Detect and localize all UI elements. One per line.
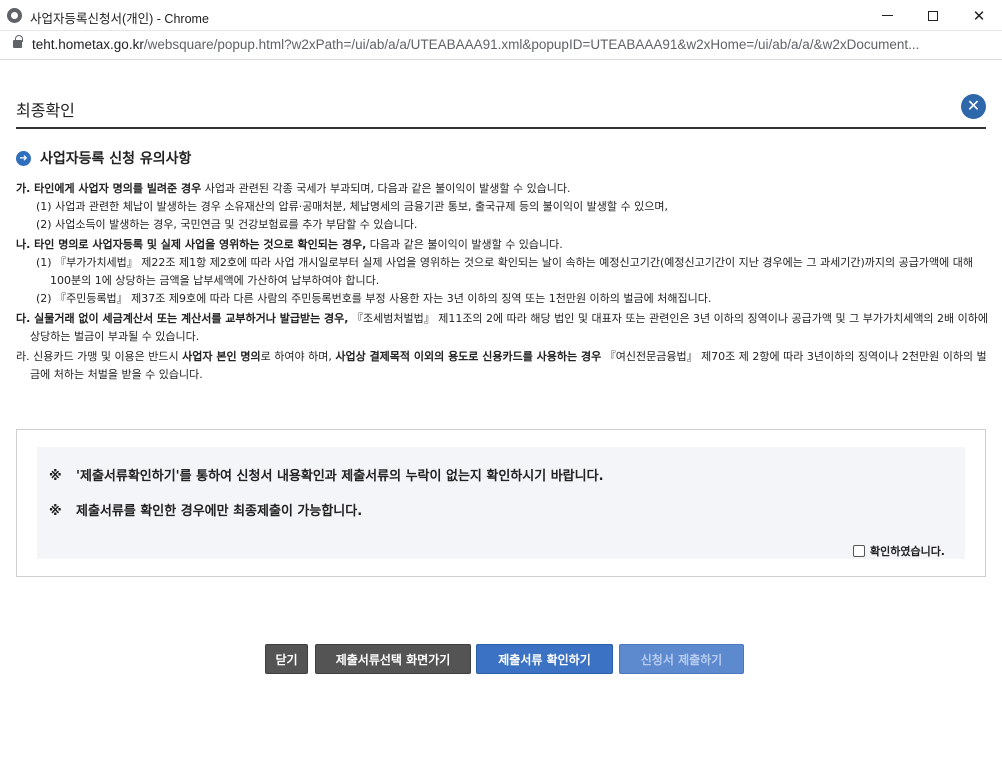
title-divider [16, 127, 986, 129]
notice-ga-2: (2) 사업소득이 발생하는 경우, 국민연금 및 건강보험료를 추가 부담할 … [36, 218, 418, 231]
url-path: /websquare/popup.html?w2xPath=/ui/ab/a/a… [143, 37, 920, 52]
notice-da-bold: 다. 실물거래 없이 세금계산서 또는 계산서를 교부하거나 발급받는 경우, [16, 312, 349, 325]
confirm-box: ※ '제출서류확인하기'를 통하여 신청서 내용확인과 제출서류의 누락이 없는지… [16, 429, 986, 577]
window-title: 사업자등록신청서(개인) - Chrome [30, 12, 209, 26]
close-button[interactable]: 닫기 [265, 644, 308, 674]
reference-mark: ※ [49, 504, 62, 519]
confirm-line-1: ※ '제출서류확인하기'를 통하여 신청서 내용확인과 제출서류의 누락이 없는지… [49, 465, 604, 484]
lock-icon [13, 35, 23, 48]
popup-title: 최종확인 [16, 101, 75, 120]
notice-ga-1: (1) 사업과 관련한 체납이 발생하는 경우 소유재산의 압류·공매처분, 체… [36, 200, 668, 213]
notice-ra-pre: 라. 신용카드 가맹 및 이용은 반드시 [16, 350, 183, 363]
section-title: 사업자등록 신청 유의사항 [40, 151, 192, 167]
notice-item-ra: 라. 신용카드 가맹 및 이용은 반드시 사업자 본인 명의로 하여야 하며, … [16, 348, 991, 384]
address-bar[interactable]: teht.hometax.go.kr/websquare/popup.html?… [0, 31, 1002, 60]
notice-ra-mid: 로 하여야 하며, [260, 350, 336, 363]
notice-ga-text: 사업과 관련된 각종 국세가 부과되며, 다음과 같은 불이익이 발생할 수 있… [201, 182, 571, 195]
confirm-line-1-text: '제출서류확인하기'를 통하여 신청서 내용확인과 제출서류의 누락이 없는지 … [76, 469, 604, 484]
window-titlebar: 사업자등록신청서(개인) - Chrome ✕ [0, 0, 1002, 31]
notice-na-bold: 나. 타인 명의로 사업자등록 및 실제 사업을 영위하는 것으로 확인되는 경… [16, 238, 367, 251]
maximize-icon [928, 10, 938, 21]
notice-text: 가. 타인에게 사업자 명의를 빌려준 경우 사업과 관련된 각종 국세가 부과… [16, 180, 991, 384]
notice-na-1: (1) 『부가가치세법』 제22조 제1항 제2호에 따라 사업 개시일로부터 … [36, 256, 973, 287]
button-row: 닫기 제출서류선택 화면가기 제출서류 확인하기 신청서 제출하기 [0, 644, 1002, 674]
confirm-checkbox[interactable] [852, 545, 865, 557]
notice-ra-bold1: 사업자 본인 명의 [182, 350, 261, 363]
section-header: ➜ 사업자등록 신청 유의사항 [16, 147, 191, 169]
reference-mark: ※ [49, 469, 62, 484]
minimize-button[interactable] [864, 0, 910, 31]
close-icon: ✕ [966, 96, 981, 115]
popup-close-button[interactable]: ✕ [961, 94, 986, 119]
notice-item-na: 나. 타인 명의로 사업자등록 및 실제 사업을 영위하는 것으로 확인되는 경… [16, 236, 991, 254]
url-host: teht.hometax.go.kr [32, 37, 144, 52]
notice-ra-bold2: 사업상 결제목적 이외의 용도로 신용카드를 사용하는 경우 [335, 350, 602, 363]
minimize-icon [881, 15, 893, 16]
maximize-button[interactable] [910, 0, 956, 31]
submit-application-button[interactable]: 신청서 제출하기 [619, 644, 744, 674]
notice-item-da: 다. 실물거래 없이 세금계산서 또는 계산서를 교부하거나 발급받는 경우, … [16, 310, 991, 346]
notice-item-ga: 가. 타인에게 사업자 명의를 빌려준 경우 사업과 관련된 각종 국세가 부과… [16, 180, 991, 198]
close-icon: ✕ [972, 6, 986, 25]
confirm-line-2-text: 제출서류를 확인한 경우에만 최종제출이 가능합니다. [76, 504, 363, 519]
url-text[interactable]: teht.hometax.go.kr/websquare/popup.html?… [32, 37, 987, 52]
chrome-app-icon [7, 8, 22, 23]
confirm-checkbox-label[interactable]: 확인하였습니다. [852, 543, 945, 559]
check-docs-button[interactable]: 제출서류 확인하기 [476, 644, 613, 674]
notice-ga-bold: 가. 타인에게 사업자 명의를 빌려준 경우 [16, 182, 202, 195]
window-close-button[interactable]: ✕ [956, 0, 1002, 31]
notice-na-text: 다음과 같은 불이익이 발생할 수 있습니다. [366, 238, 563, 251]
notice-na-2: (2) 『주민등록법』 제37조 제9호에 따라 다른 사람의 주민등록번호를 … [36, 292, 712, 305]
select-docs-button[interactable]: 제출서류선택 화면가기 [315, 644, 471, 674]
confirm-inner: ※ '제출서류확인하기'를 통하여 신청서 내용확인과 제출서류의 누락이 없는지… [37, 447, 965, 559]
confirm-line-2: ※ 제출서류를 확인한 경우에만 최종제출이 가능합니다. [49, 500, 362, 519]
popup-content: 최종확인 ✕ ➜ 사업자등록 신청 유의사항 가. 타인에게 사업자 명의를 빌… [0, 60, 1002, 760]
confirm-checkbox-text: 확인하였습니다. [869, 545, 945, 558]
arrow-right-circle-icon: ➜ [16, 150, 31, 166]
